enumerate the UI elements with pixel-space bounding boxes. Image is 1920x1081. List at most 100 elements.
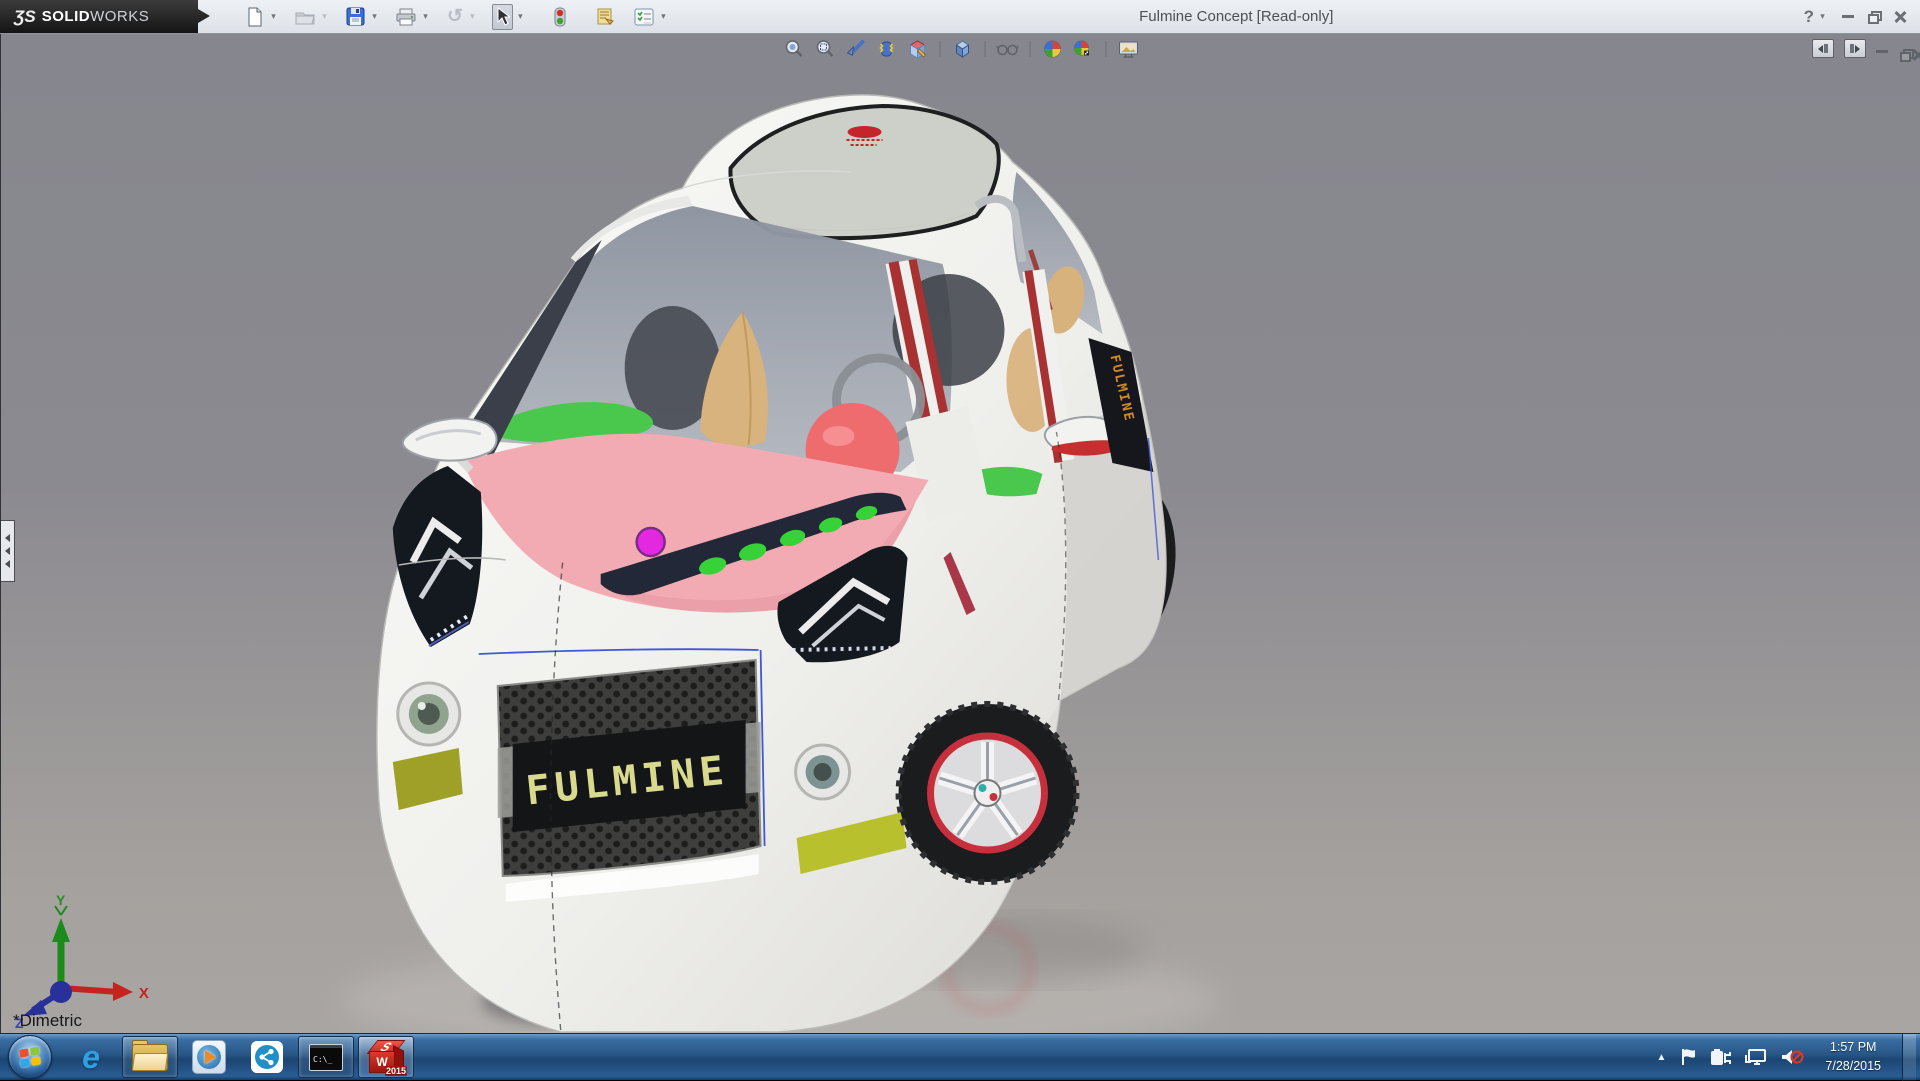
- command-prompt-icon: C:\_: [309, 1044, 343, 1071]
- glasses-icon: [996, 42, 1018, 56]
- previous-view-button[interactable]: [843, 37, 867, 61]
- toolbar-separator: [1029, 41, 1030, 57]
- doc-window-buttons: [1876, 40, 1912, 58]
- pane-left-arrow-icon: [1818, 45, 1823, 53]
- view-orientation-button[interactable]: [950, 37, 974, 61]
- open-folder-icon: [295, 8, 315, 26]
- section-view-icon: [876, 39, 896, 59]
- help-button[interactable]: ?▾: [1804, 7, 1828, 27]
- zoom-to-area-icon: [814, 39, 834, 59]
- select-button[interactable]: [492, 4, 513, 30]
- appearance-ball-icon: [1042, 39, 1062, 59]
- main-toolbar: ▾ ▾ ▾ ▾ ↺ ▾ ▾: [244, 4, 669, 30]
- window-controls: ?▾: [1804, 7, 1920, 27]
- network-icon[interactable]: [1745, 1047, 1767, 1067]
- media-player-icon: [192, 1040, 226, 1074]
- taskbar-item-solidworks[interactable]: S W 2015: [358, 1036, 414, 1078]
- new-document-dropdown-icon[interactable]: ▾: [268, 11, 279, 22]
- print-button[interactable]: [394, 5, 418, 29]
- new-document-icon: [246, 7, 264, 27]
- left-fog-lamp: [398, 683, 460, 745]
- taskbar-item-command-prompt[interactable]: C:\_: [298, 1036, 354, 1078]
- axis-x-label: X: [139, 985, 149, 1002]
- solidworks-2015-icon: S W 2015: [369, 1040, 403, 1074]
- pane-bar-icon: [1850, 44, 1854, 53]
- titlebar: ƷS SOLIDWORKS ▾ ▾ ▾ ▾ ↺ ▾: [0, 0, 1920, 34]
- front-right-wheel: [899, 704, 1077, 882]
- doc-minimize-button[interactable]: [1876, 40, 1888, 58]
- 3d-drawing-view-icon: [907, 39, 927, 59]
- options-button[interactable]: [632, 5, 656, 29]
- power-battery-icon[interactable]: [1710, 1047, 1732, 1067]
- restore-button[interactable]: [1868, 11, 1880, 22]
- print-icon: [396, 8, 416, 26]
- edit-appearance-button[interactable]: [1040, 37, 1064, 61]
- dassault-3ds-icon: ƷS: [14, 7, 36, 27]
- folder-icon: [132, 1044, 168, 1071]
- right-fog-lamp: [796, 745, 850, 799]
- new-document-button[interactable]: [244, 5, 266, 29]
- view-settings-icon: [1117, 39, 1139, 59]
- section-view-button[interactable]: [874, 37, 898, 61]
- graphics-viewport[interactable]: FULMINE: [0, 33, 1920, 1033]
- minimize-button[interactable]: [1842, 15, 1854, 18]
- restore-icon: [1868, 11, 1880, 22]
- volume-muted-icon[interactable]: [1780, 1047, 1804, 1067]
- start-button[interactable]: [8, 1035, 52, 1079]
- magenta-sensor-dot: [637, 528, 665, 556]
- open-button[interactable]: [293, 5, 317, 29]
- pane-bar-icon: [1824, 44, 1828, 53]
- apply-scene-icon: [1072, 39, 1094, 59]
- action-center-flag-icon[interactable]: [1679, 1047, 1697, 1067]
- rebuild-button[interactable]: [552, 5, 568, 29]
- view-settings-button[interactable]: [1116, 37, 1140, 61]
- undo-button[interactable]: ↺: [445, 5, 465, 29]
- zoom-to-fit-icon: [783, 39, 803, 59]
- minimize-icon: [1876, 50, 1888, 53]
- minimize-icon: [1842, 15, 1854, 18]
- file-properties-icon: [596, 7, 616, 26]
- axis-y-label: Y: [56, 892, 66, 908]
- headsup-view-toolbar: [781, 37, 1140, 61]
- save-dropdown-icon[interactable]: ▾: [369, 11, 380, 22]
- select-cursor-icon: [495, 7, 510, 26]
- share-app-icon: [251, 1041, 283, 1073]
- rebuild-traffic-light-icon: [554, 7, 566, 27]
- undo-dropdown-icon[interactable]: ▾: [467, 11, 478, 22]
- document-window-controls: [1812, 39, 1912, 58]
- toolbar-separator: [984, 41, 985, 57]
- windows-taskbar: e C:\_ S W 2015 ▲: [0, 1033, 1920, 1080]
- pane-right-arrow-icon: [1855, 45, 1860, 53]
- save-button[interactable]: [344, 5, 367, 29]
- previous-view-icon: [845, 39, 865, 59]
- open-dropdown-icon[interactable]: ▾: [319, 11, 330, 22]
- show-left-pane-button[interactable]: [1812, 39, 1834, 58]
- show-right-pane-button[interactable]: [1844, 39, 1866, 58]
- clock-date: 7/28/2015: [1825, 1057, 1881, 1076]
- show-desktop-button[interactable]: [1902, 1034, 1916, 1081]
- internet-explorer-icon: e: [82, 1041, 100, 1073]
- solidworks-app-window: ƷS SOLIDWORKS ▾ ▾ ▾ ▾ ↺ ▾: [0, 0, 1920, 1080]
- taskbar-clock[interactable]: 1:57 PM 7/28/2015: [1817, 1038, 1889, 1076]
- show-hidden-icons-button[interactable]: ▲: [1656, 1052, 1666, 1063]
- solidworks-version-badge: 2015: [385, 1066, 407, 1076]
- help-dropdown-icon[interactable]: ▾: [1817, 11, 1828, 22]
- zoom-to-area-button[interactable]: [812, 37, 836, 61]
- window-title: Fulmine Concept [Read-only]: [669, 8, 1804, 25]
- apply-scene-button[interactable]: [1071, 37, 1095, 61]
- save-floppy-icon: [346, 7, 365, 26]
- hide-show-items-button[interactable]: [995, 37, 1019, 61]
- taskbar-item-windows-explorer[interactable]: [122, 1036, 178, 1078]
- select-dropdown-icon[interactable]: ▾: [515, 11, 526, 22]
- file-properties-button[interactable]: [594, 5, 618, 29]
- print-dropdown-icon[interactable]: ▾: [420, 11, 431, 22]
- zoom-to-fit-button[interactable]: [781, 37, 805, 61]
- close-button[interactable]: [1894, 11, 1906, 23]
- taskbar-item-media-player[interactable]: [182, 1037, 236, 1077]
- taskbar-item-internet-explorer[interactable]: e: [64, 1037, 118, 1077]
- options-dropdown-icon[interactable]: ▾: [658, 11, 669, 22]
- car-model-render: FULMINE: [1, 33, 1920, 1033]
- front-grille: FULMINE: [498, 660, 761, 902]
- 3d-drawing-view-button[interactable]: [905, 37, 929, 61]
- taskbar-item-share-app[interactable]: [240, 1037, 294, 1077]
